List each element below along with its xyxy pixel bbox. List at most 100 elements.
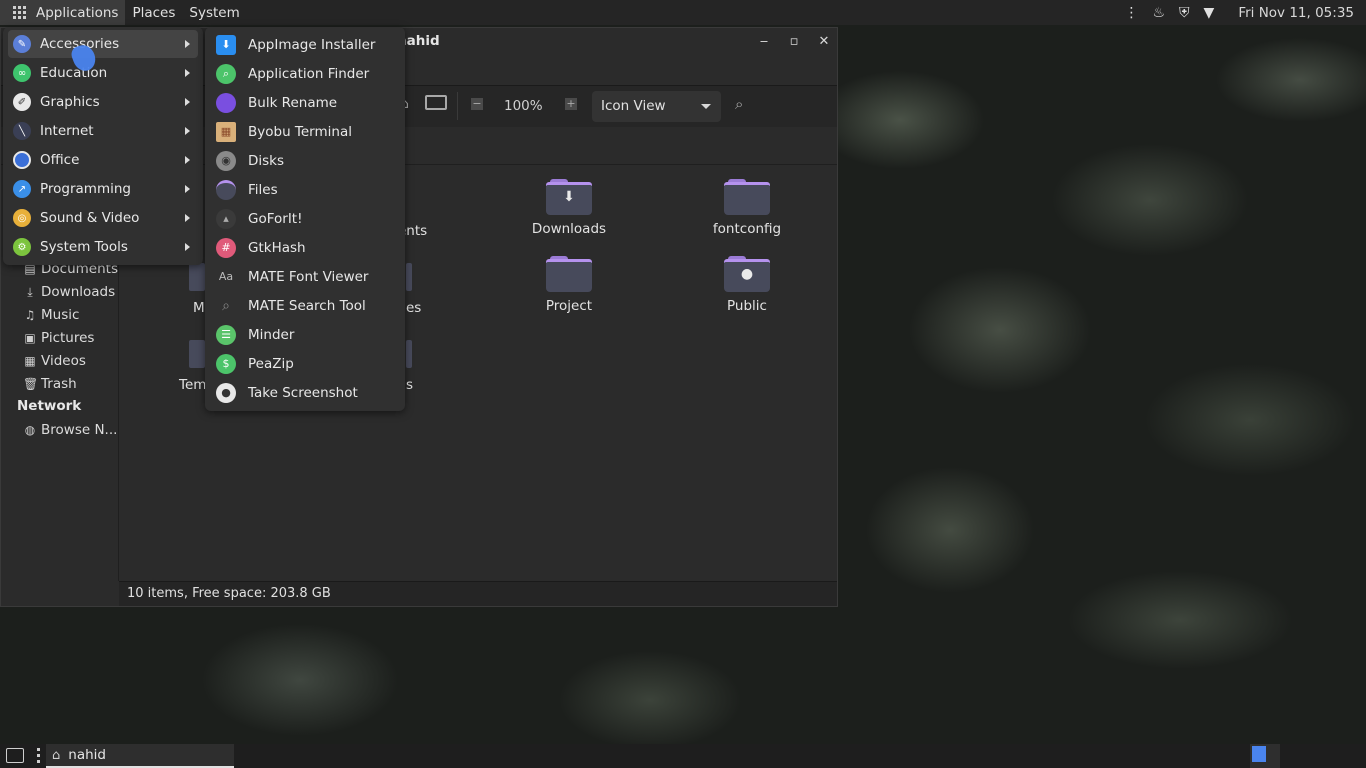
close-icon[interactable]: ✕ <box>816 34 832 50</box>
folder-fontconfig[interactable]: fontconfig <box>702 179 792 237</box>
network-icon: ◍ <box>24 423 36 437</box>
folder-partial <box>189 263 205 291</box>
menu-item-bulk-rename[interactable]: Bulk Rename <box>210 88 400 117</box>
status-text: 10 items, Free space: 203.8 GB <box>127 586 331 601</box>
folder-partial <box>406 263 412 291</box>
view-mode-select[interactable]: Icon View <box>592 91 721 122</box>
menu-item-internet[interactable]: ╲ Internet <box>8 117 198 145</box>
minimize-icon[interactable]: ‒ <box>756 34 772 50</box>
bulk-rename-icon <box>216 92 236 113</box>
menu-item-graphics[interactable]: ✐ Graphics <box>8 88 198 116</box>
sidebar-heading-network: Network <box>17 398 82 414</box>
sidebar-item-pictures[interactable]: ▣ Pictures <box>23 328 94 348</box>
menu-item-files[interactable]: Files <box>210 175 400 204</box>
byobu-icon: ▦ <box>216 121 236 142</box>
sidebar-item-music[interactable]: ♫ Music <box>23 305 80 325</box>
menu-item-peazip[interactable]: $ PeaZip <box>210 349 400 378</box>
workspace-1[interactable] <box>1252 746 1266 762</box>
handle-icon <box>37 748 40 764</box>
wifi-icon[interactable]: ▼ <box>1204 5 1215 21</box>
peazip-icon: $ <box>216 353 236 374</box>
home-icon: ⌂ <box>52 747 61 763</box>
menu-item-mate-search-tool[interactable]: ⌕ MATE Search Tool <box>210 291 400 320</box>
menu-item-take-screenshot[interactable]: ● Take Screenshot <box>210 378 400 407</box>
menu-item-programming[interactable]: ↗ Programming <box>8 175 198 203</box>
flame-icon[interactable]: ♨ <box>1152 5 1165 21</box>
chevron-right-icon <box>185 243 190 251</box>
menu-item-disks[interactable]: ◉ Disks <box>210 146 400 175</box>
trash-icon: 🗑 <box>23 377 39 391</box>
download-icon: ⬇ <box>563 189 575 205</box>
folder-label-partial: Tem <box>179 377 207 393</box>
chevron-right-icon <box>185 156 190 164</box>
picture-icon: ▣ <box>24 331 36 345</box>
folder-label-partial: s <box>406 377 414 393</box>
system-menu-button[interactable]: System <box>182 0 246 25</box>
chevron-down-icon <box>701 104 711 109</box>
screenshot-icon: ● <box>216 382 236 403</box>
accessories-icon: ✎ <box>13 35 31 53</box>
sound-video-icon: ◎ <box>13 209 31 227</box>
menu-item-system-tools[interactable]: ⚙ System Tools <box>8 233 198 261</box>
menu-item-byobu-terminal[interactable]: ▦ Byobu Terminal <box>210 117 400 146</box>
security-shield-icon[interactable]: ⛨ <box>1179 5 1190 21</box>
sidebar-item-videos[interactable]: ▦ Videos <box>23 351 86 371</box>
folder-label-partial: M <box>193 300 205 316</box>
files-icon <box>216 179 236 200</box>
folder-icon: ● <box>724 256 770 292</box>
clock[interactable]: Fri Nov 11, 05:35 <box>1238 5 1354 21</box>
show-desktop-icon[interactable] <box>6 748 24 763</box>
folder-project[interactable]: Project <box>524 256 614 314</box>
places-menu-button[interactable]: Places <box>125 0 182 25</box>
search-icon[interactable]: ⌕ <box>735 95 743 113</box>
menu-item-accessories[interactable]: ✎ Accessories <box>8 30 198 58</box>
graphics-icon: ✐ <box>13 93 31 111</box>
goforit-icon: ▴ <box>216 208 236 229</box>
minder-icon: ☰ <box>216 324 236 345</box>
app-finder-icon: ⌕ <box>216 63 236 84</box>
panel-tray: ⋮ ♨ ⛨ ▼ Fri Nov 11, 05:35 <box>1124 0 1354 25</box>
menu-item-sound-video[interactable]: ◎ Sound & Video <box>8 204 198 232</box>
education-icon: ∞ <box>13 64 31 82</box>
menu-item-education[interactable]: ∞ Education <box>8 59 198 87</box>
computer-icon[interactable] <box>425 95 447 110</box>
programming-icon: ↗ <box>13 180 31 198</box>
applications-menu-button[interactable]: Applications <box>0 0 126 25</box>
folder-label-partial: es <box>406 300 422 316</box>
sidebar-item-downloads[interactable]: ⤓ Downloads <box>23 282 115 302</box>
top-panel: Applications Places System ⋮ ♨ ⛨ ▼ Fri N… <box>0 0 1366 25</box>
menu-item-minder[interactable]: ☰ Minder <box>210 320 400 349</box>
menu-item-mate-font-viewer[interactable]: Aa MATE Font Viewer <box>210 262 400 291</box>
user-icon: ● <box>740 266 754 282</box>
folder-downloads[interactable]: ⬇ Downloads <box>524 179 614 237</box>
sidebar-item-browse-network[interactable]: ◍ Browse N... <box>23 420 118 440</box>
workspace-switcher[interactable] <box>1250 744 1280 768</box>
applications-menu: ✎ Accessories ∞ Education ✐ Graphics ╲ I… <box>3 27 203 265</box>
sidebar-item-trash[interactable]: 🗑 Trash <box>23 374 77 394</box>
menu-item-goforit[interactable]: ▴ GoForIt! <box>210 204 400 233</box>
chevron-right-icon <box>185 40 190 48</box>
zoom-in-icon[interactable]: + <box>565 98 577 110</box>
chevron-right-icon <box>185 98 190 106</box>
chevron-right-icon <box>185 69 190 77</box>
search-tool-icon: ⌕ <box>222 297 230 314</box>
folder-icon <box>546 256 592 292</box>
menu-item-appimage-installer[interactable]: ⬇ AppImage Installer <box>210 30 400 59</box>
handle-icon: ⋮ <box>1124 4 1139 21</box>
folder-public[interactable]: ● Public <box>702 256 792 314</box>
chevron-right-icon <box>185 214 190 222</box>
menu-item-gtkhash[interactable]: # GtkHash <box>210 233 400 262</box>
internet-icon: ╲ <box>13 122 31 140</box>
appimage-icon: ⬇ <box>216 34 236 55</box>
folder-partial <box>189 340 205 368</box>
video-icon: ▦ <box>24 354 36 368</box>
accessories-submenu: ⬇ AppImage Installer ⌕ Application Finde… <box>205 27 405 411</box>
zoom-out-icon[interactable]: − <box>471 98 483 110</box>
maximize-icon[interactable]: ▫ <box>786 34 802 50</box>
menu-item-office[interactable]: Office <box>8 146 198 174</box>
zoom-level: 100% <box>504 98 543 114</box>
taskbar-item-nahid[interactable]: ⌂ nahid <box>46 744 234 768</box>
menu-item-application-finder[interactable]: ⌕ Application Finder <box>210 59 400 88</box>
chevron-right-icon <box>185 127 190 135</box>
disks-icon: ◉ <box>216 150 236 171</box>
